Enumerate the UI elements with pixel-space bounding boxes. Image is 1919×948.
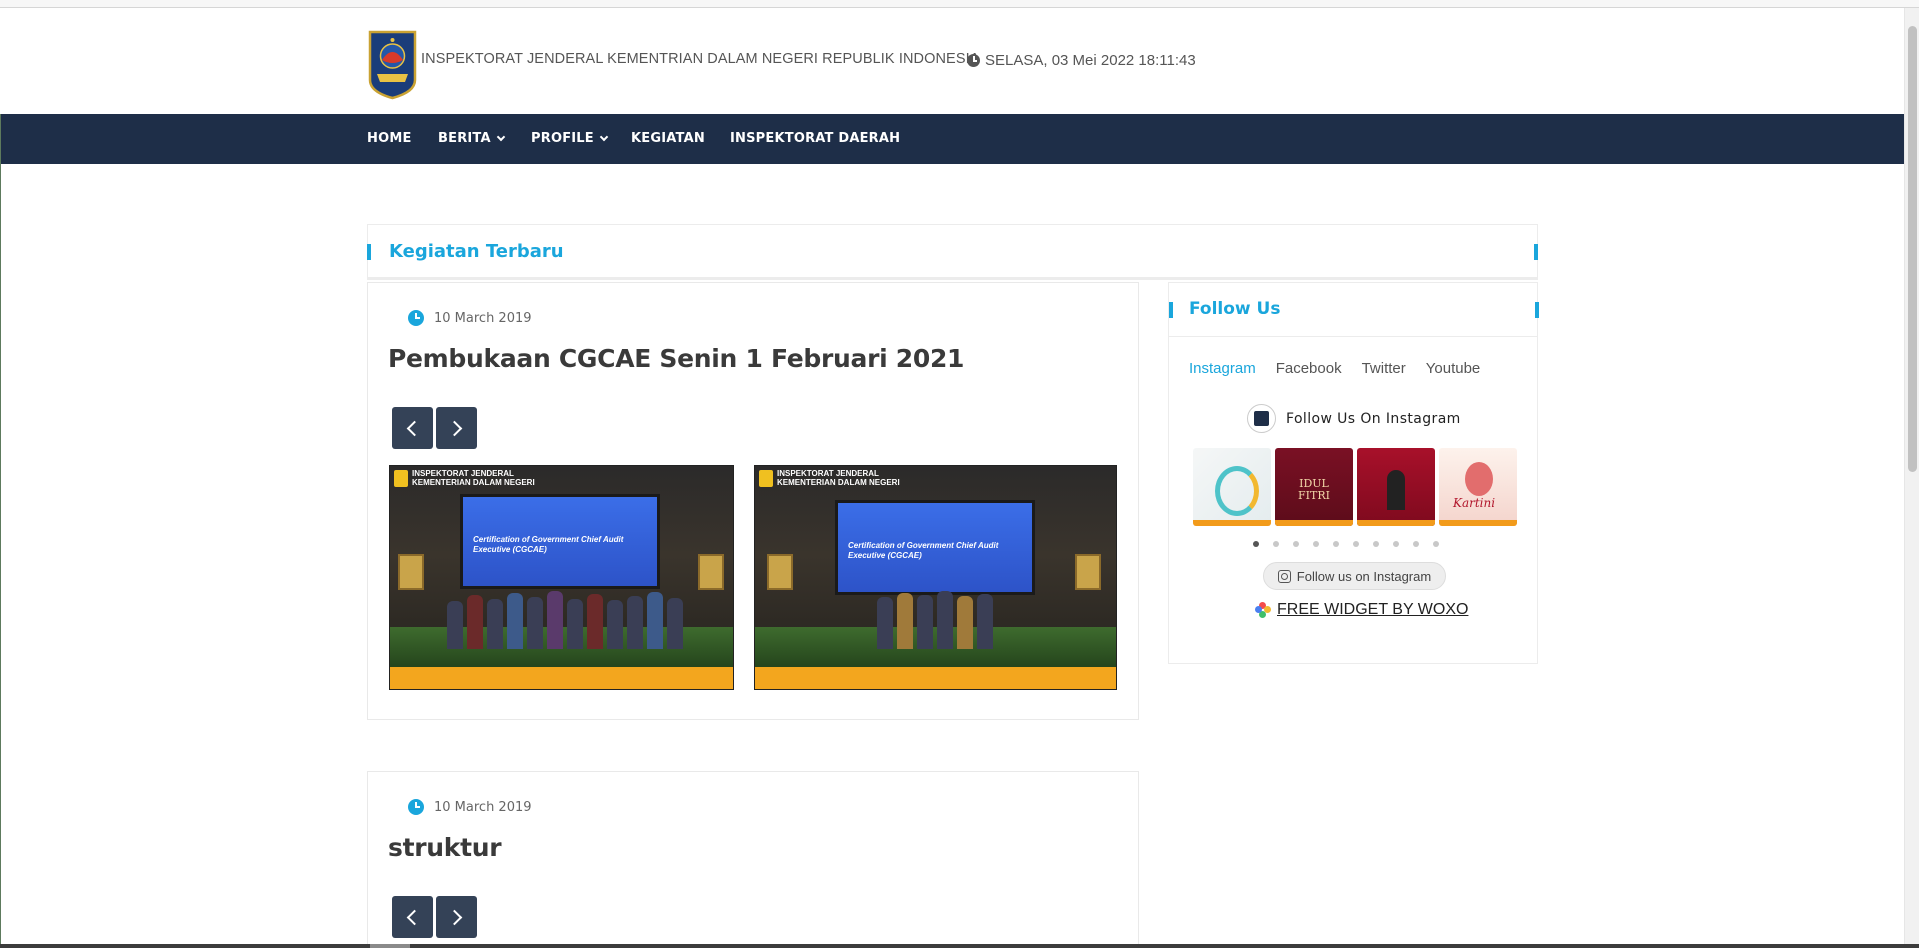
- post-photo[interactable]: Certification of Government Chief Audit …: [754, 465, 1117, 690]
- post-card: 10 March 2019 struktur: [367, 771, 1139, 948]
- site-title: INSPEKTORAT JENDERAL KEMENTRIAN DALAM NE…: [421, 51, 980, 67]
- post-date: 10 March 2019: [408, 799, 532, 815]
- kemendagri-logo[interactable]: [367, 30, 418, 100]
- datetime-text: SELASA, 03 Mei 2022 18:11:43: [985, 52, 1196, 69]
- nav-kegiatan-label: KEGIATAN: [631, 131, 705, 146]
- social-tabs: Instagram Facebook Twitter Youtube: [1189, 360, 1480, 377]
- thumb-caption: IDUL FITRI: [1298, 477, 1330, 502]
- section-header: Kegiatan Terbaru: [367, 224, 1538, 280]
- carousel-dot[interactable]: [1433, 541, 1439, 547]
- instagram-post[interactable]: Kartini: [1439, 448, 1517, 526]
- post-title[interactable]: struktur: [388, 833, 502, 862]
- nav-home-label: HOME: [367, 131, 412, 146]
- carousel-prev-button[interactable]: [392, 407, 433, 449]
- carousel-dot[interactable]: [1393, 541, 1399, 547]
- carousel-dots: [1253, 541, 1439, 547]
- portrait-frame: [398, 554, 424, 590]
- portrait-frame: [767, 554, 793, 590]
- post-photo[interactable]: Certification of Government Chief Audit …: [389, 465, 734, 690]
- watermark-line: KEMENTERIAN DALAM NEGERI: [412, 478, 535, 487]
- watermark-line: KEMENTERIAN DALAM NEGERI: [777, 478, 900, 487]
- site-header: INSPEKTORAT JENDERAL KEMENTRIAN DALAM NE…: [0, 8, 1904, 114]
- clock-icon: [408, 310, 424, 326]
- chevron-down-icon: [599, 132, 609, 141]
- tab-youtube[interactable]: Youtube: [1426, 360, 1481, 377]
- instagram-post[interactable]: [1193, 448, 1271, 526]
- carousel-dot[interactable]: [1273, 541, 1279, 547]
- carousel-next-button[interactable]: [436, 407, 477, 449]
- main-navigation: HOME BERITA PROFILE KEGIATAN INSPEKTORAT…: [1, 114, 1904, 164]
- post-date-text: 10 March 2019: [434, 310, 532, 326]
- nav-inspektorat-daerah[interactable]: INSPEKTORAT DAERAH: [730, 131, 900, 146]
- nav-berita-label: BERITA: [438, 131, 491, 146]
- instagram-avatar[interactable]: [1247, 404, 1276, 433]
- woxo-widget-link[interactable]: FREE WIDGET BY WOXO: [1255, 601, 1468, 619]
- follow-button-label: Follow us on Instagram: [1296, 568, 1432, 584]
- tab-twitter[interactable]: Twitter: [1362, 360, 1406, 377]
- people-group: [845, 589, 1025, 649]
- portrait-frame: [1075, 554, 1101, 590]
- accent-bar-left: [1169, 302, 1173, 318]
- watermark-line: INSPEKTORAT JENDERAL: [777, 469, 879, 478]
- screen-text: Certification of Government Chief Audit …: [473, 535, 624, 554]
- nav-home[interactable]: HOME: [367, 131, 412, 146]
- post-card: 10 March 2019 Pembukaan CGCAE Senin 1 Fe…: [367, 282, 1139, 720]
- chevron-down-icon: [496, 132, 506, 141]
- post-date: 10 March 2019: [408, 310, 532, 326]
- carousel-dot[interactable]: [1413, 541, 1419, 547]
- post-title[interactable]: Pembukaan CGCAE Senin 1 Februari 2021: [388, 344, 964, 373]
- carousel-dot[interactable]: [1313, 541, 1319, 547]
- tab-facebook[interactable]: Facebook: [1276, 360, 1342, 377]
- current-datetime: SELASA, 03 Mei 2022 18:11:43: [967, 52, 1196, 69]
- woxo-flower-icon: [1255, 602, 1271, 618]
- instagram-feed: IDUL FITRI Kartini: [1193, 448, 1517, 526]
- clock-icon: [967, 54, 980, 67]
- follow-on-instagram-button[interactable]: Follow us on Instagram: [1263, 562, 1446, 590]
- carousel-dot[interactable]: [1293, 541, 1299, 547]
- people-group: [430, 589, 700, 649]
- post-date-text: 10 March 2019: [434, 799, 532, 815]
- presentation-screen: Certification of Government Chief Audit …: [460, 494, 660, 589]
- carousel-next-button[interactable]: [436, 896, 477, 938]
- kemendagri-logo: [759, 470, 773, 487]
- photo-watermark: INSPEKTORAT JENDERAL KEMENTERIAN DALAM N…: [412, 469, 535, 487]
- follow-us-widget: Follow Us Instagram Facebook Twitter You…: [1168, 282, 1539, 664]
- instagram-heading: Follow Us On Instagram: [1247, 404, 1461, 433]
- section-title: Kegiatan Terbaru: [389, 241, 564, 262]
- nav-kegiatan[interactable]: KEGIATAN: [631, 131, 705, 146]
- photo-watermark: INSPEKTORAT JENDERAL KEMENTERIAN DALAM N…: [777, 469, 900, 487]
- watermark-line: INSPEKTORAT JENDERAL: [412, 469, 514, 478]
- accent-bar-left: [367, 244, 371, 260]
- carousel-prev-button[interactable]: [392, 896, 433, 938]
- horizontal-scrollbar[interactable]: [0, 944, 1919, 948]
- instagram-icon: [1277, 569, 1291, 583]
- carousel-dot[interactable]: [1333, 541, 1339, 547]
- nav-berita[interactable]: BERITA: [438, 131, 506, 146]
- follow-us-header: Follow Us: [1169, 283, 1539, 337]
- accent-bar-right: [1534, 244, 1538, 260]
- portrait-frame: [698, 554, 724, 590]
- nav-inspektorat-daerah-label: INSPEKTORAT DAERAH: [730, 131, 901, 146]
- carousel-dot[interactable]: [1373, 541, 1379, 547]
- instagram-post[interactable]: IDUL FITRI: [1275, 448, 1353, 526]
- presentation-screen: Certification of Government Chief Audit …: [835, 500, 1035, 595]
- follow-us-title: Follow Us: [1189, 299, 1281, 319]
- nav-profile[interactable]: PROFILE: [531, 131, 609, 146]
- nav-profile-label: PROFILE: [531, 131, 594, 146]
- instagram-heading-text: Follow Us On Instagram: [1286, 410, 1461, 427]
- instagram-post[interactable]: [1357, 448, 1435, 526]
- woxo-link-text: FREE WIDGET BY WOXO: [1277, 601, 1469, 618]
- scrollbar-thumb[interactable]: [370, 944, 410, 948]
- screen-text: Certification of Government Chief Audit …: [848, 541, 999, 560]
- vertical-scrollbar[interactable]: [1904, 8, 1919, 944]
- carousel-dot[interactable]: [1353, 541, 1359, 547]
- tab-instagram[interactable]: Instagram: [1189, 360, 1256, 377]
- scrollbar-thumb[interactable]: [1908, 26, 1917, 472]
- clock-icon: [408, 799, 424, 815]
- accent-bar-right: [1535, 302, 1539, 318]
- kemendagri-logo: [394, 470, 408, 487]
- thumb-caption: Kartini: [1453, 496, 1496, 510]
- carousel-dot[interactable]: [1253, 541, 1259, 547]
- browser-top-edge: [0, 0, 1919, 8]
